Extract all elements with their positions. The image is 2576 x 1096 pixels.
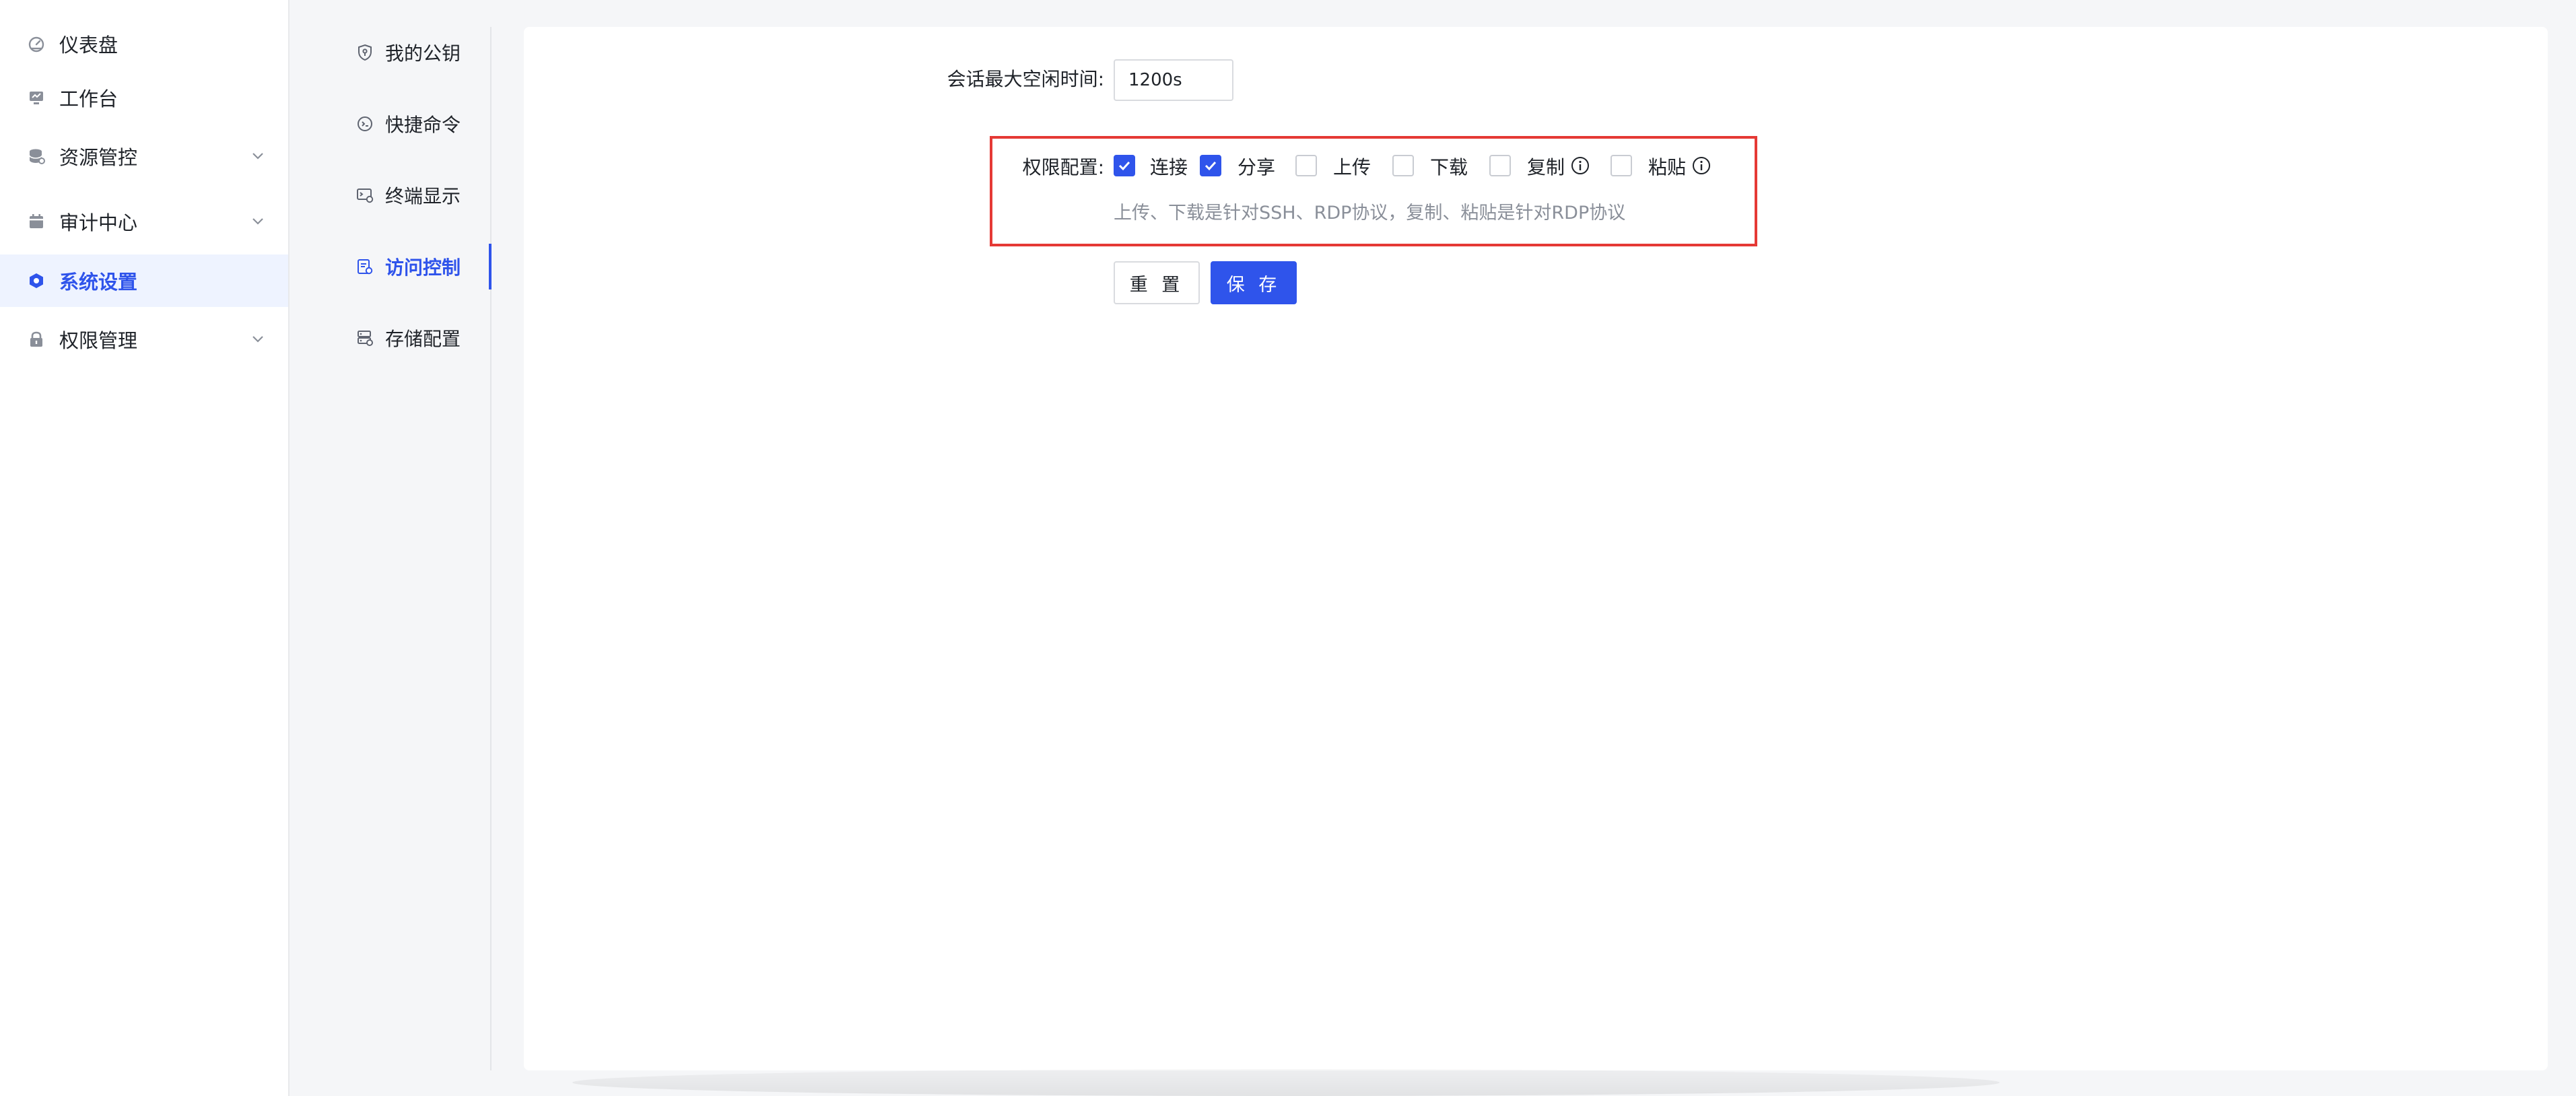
- chevron-down-icon: [250, 332, 265, 347]
- reset-button[interactable]: 重 置: [1114, 261, 1200, 304]
- checkbox-label: 上传: [1333, 156, 1371, 178]
- bottom-shadow: [572, 1069, 2000, 1096]
- sidebar-item-audit[interactable]: 审计中心: [0, 195, 288, 248]
- access-control-icon: [355, 257, 374, 276]
- app-window: 仪表盘 工作台 资源管控 审计中心 系统设置 权限管理 我的公钥 快捷命令 终端…: [0, 0, 2576, 1096]
- settings-submenu: 我的公钥 快捷命令 终端显示 访问控制 存储配置: [291, 0, 492, 1096]
- sidebar-item-label: 仪表盘: [59, 34, 118, 57]
- sidebar-item-label: 权限管理: [59, 329, 138, 352]
- submenu-item-access-control[interactable]: 访问控制: [291, 241, 492, 292]
- sidebar-item-system-settings[interactable]: 系统设置: [0, 254, 288, 307]
- storage-icon: [355, 329, 374, 347]
- chevron-down-icon: [250, 149, 265, 164]
- checkbox-paste[interactable]: [1611, 155, 1632, 176]
- sidebar-item-label: 审计中心: [59, 211, 138, 234]
- settings-panel: 会话最大空闲时间: 权限配置: 连接 分享 上传 下载 复制 粘贴 上传、下载是…: [524, 27, 2548, 1070]
- submenu-item-quick-commands[interactable]: 快捷命令: [291, 98, 492, 149]
- terminal-display-icon: [355, 186, 374, 205]
- save-button[interactable]: 保 存: [1211, 261, 1297, 304]
- permission-hint-text: 上传、下载是针对SSH、RDP协议，复制、粘贴是针对RDP协议: [1114, 203, 1626, 224]
- checkbox-share[interactable]: [1200, 155, 1221, 176]
- shield-key-icon: [355, 43, 374, 62]
- checkbox-label: 复制: [1527, 156, 1565, 178]
- settings-hexagon-icon: [27, 271, 46, 290]
- idle-timeout-label: 会话最大空闲时间:: [947, 68, 1104, 90]
- submenu-item-public-key[interactable]: 我的公钥: [291, 27, 492, 78]
- workbench-icon: [27, 88, 46, 107]
- submenu-item-label: 快捷命令: [385, 114, 461, 136]
- sidebar-item-permissions[interactable]: 权限管理: [0, 313, 288, 366]
- permission-config-label: 权限配置:: [1022, 156, 1104, 178]
- info-icon[interactable]: [1691, 156, 1711, 176]
- chevron-down-icon: [250, 214, 265, 229]
- active-indicator: [489, 244, 492, 289]
- submenu-item-label: 我的公钥: [385, 42, 461, 65]
- submenu-item-label: 访问控制: [385, 256, 461, 279]
- sidebar-item-workbench[interactable]: 工作台: [0, 71, 288, 124]
- checkbox-label: 下载: [1430, 156, 1468, 178]
- checkbox-download[interactable]: [1392, 155, 1414, 176]
- check-icon: [1118, 161, 1130, 171]
- checkbox-label: 粘贴: [1648, 156, 1687, 178]
- submenu-item-label: 存储配置: [385, 328, 461, 350]
- lock-icon: [27, 330, 46, 349]
- info-icon[interactable]: [1570, 156, 1590, 176]
- sidebar-item-resources[interactable]: 资源管控: [0, 130, 288, 182]
- sidebar: 仪表盘 工作台 资源管控 审计中心 系统设置 权限管理: [0, 0, 290, 1096]
- sidebar-item-label: 资源管控: [59, 146, 138, 169]
- calendar-icon: [27, 212, 46, 231]
- database-icon: [27, 147, 46, 166]
- idle-timeout-input[interactable]: [1114, 59, 1233, 101]
- command-icon: [355, 114, 374, 133]
- sidebar-item-label: 系统设置: [59, 271, 138, 294]
- checkbox-upload[interactable]: [1295, 155, 1317, 176]
- permission-highlight-box: [990, 136, 1757, 246]
- sidebar-item-dashboard[interactable]: 仪表盘: [0, 18, 288, 70]
- submenu-item-terminal-display[interactable]: 终端显示: [291, 170, 492, 221]
- submenu-item-storage[interactable]: 存储配置: [291, 312, 492, 364]
- checkbox-label: 分享: [1238, 156, 1276, 178]
- dashboard-icon: [27, 34, 46, 53]
- check-icon: [1205, 161, 1217, 171]
- sidebar-item-label: 工作台: [59, 88, 118, 110]
- checkbox-copy[interactable]: [1489, 155, 1511, 176]
- checkbox-label: 连接: [1150, 156, 1188, 178]
- checkbox-connect[interactable]: [1114, 155, 1135, 176]
- submenu-item-label: 终端显示: [385, 185, 461, 207]
